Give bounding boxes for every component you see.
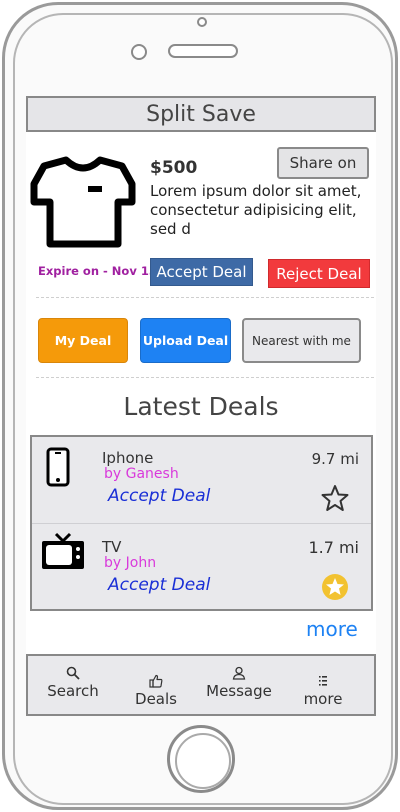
- star-filled-icon[interactable]: [321, 573, 349, 601]
- divider: [36, 297, 374, 298]
- deal-item-accept-link[interactable]: Accept Deal: [108, 575, 210, 595]
- tab-label: more: [303, 690, 343, 708]
- sensor-dot: [197, 17, 207, 27]
- app-title-bar: Split Save: [26, 96, 376, 132]
- deal-item-distance: 9.7 mi: [311, 450, 359, 468]
- expire-date-label: Expire on - Nov 15: [38, 264, 157, 278]
- latest-deals-title: Latest Deals: [123, 392, 279, 421]
- list-item[interactable]: TV by John Accept Deal 1.7 mi: [32, 523, 371, 609]
- deal-item-author: by Ganesh: [104, 466, 179, 482]
- tab-label: Search: [47, 682, 99, 700]
- bottom-tab-bar: Search Deals Message more: [26, 654, 376, 716]
- tab-more[interactable]: more: [288, 656, 358, 714]
- tab-deals[interactable]: Deals: [121, 656, 191, 714]
- nearest-with-me-button[interactable]: Nearest with me: [242, 318, 361, 363]
- tshirt-icon: [30, 156, 136, 248]
- list-icon: [319, 676, 327, 686]
- share-button[interactable]: Share on: [277, 147, 369, 179]
- earpiece-speaker: [168, 44, 238, 58]
- deal-item-author: by John: [104, 555, 157, 571]
- divider: [36, 377, 374, 378]
- app-title: Split Save: [146, 101, 256, 127]
- upload-deal-button[interactable]: Upload Deal: [140, 318, 231, 363]
- front-camera: [131, 44, 147, 60]
- star-outline-icon[interactable]: [321, 484, 349, 512]
- reject-deal-button[interactable]: Reject Deal: [268, 259, 370, 288]
- latest-deals-list: Iphone by Ganesh Accept Deal 9.7 mi TV b…: [30, 435, 373, 611]
- deal-description: Lorem ipsum dolor sit amet, consectetur …: [150, 182, 362, 238]
- my-deal-button[interactable]: My Deal: [38, 318, 128, 363]
- more-deals-link[interactable]: more: [306, 617, 358, 641]
- list-item[interactable]: Iphone by Ganesh Accept Deal 9.7 mi: [32, 437, 371, 523]
- tab-search[interactable]: Search: [38, 656, 108, 714]
- tab-label: Message: [206, 682, 272, 700]
- deal-item-distance: 1.7 mi: [308, 538, 359, 557]
- user-icon: [232, 666, 246, 680]
- accept-deal-button[interactable]: Accept Deal: [150, 258, 253, 286]
- search-icon: [66, 666, 80, 680]
- thumbs-up-icon: [149, 674, 163, 688]
- deal-item-name: TV: [102, 538, 122, 556]
- app-screen: Split Save $500 Share on Lorem ipsum dol…: [26, 96, 376, 716]
- phone-icon: [46, 447, 70, 487]
- deal-price: $500: [150, 158, 198, 178]
- deal-item-accept-link[interactable]: Accept Deal: [108, 486, 210, 506]
- tv-icon: [42, 532, 84, 569]
- tab-label: Deals: [135, 690, 177, 708]
- home-button[interactable]: [167, 725, 235, 793]
- deal-item-name: Iphone: [102, 449, 154, 467]
- tab-message[interactable]: Message: [201, 656, 277, 714]
